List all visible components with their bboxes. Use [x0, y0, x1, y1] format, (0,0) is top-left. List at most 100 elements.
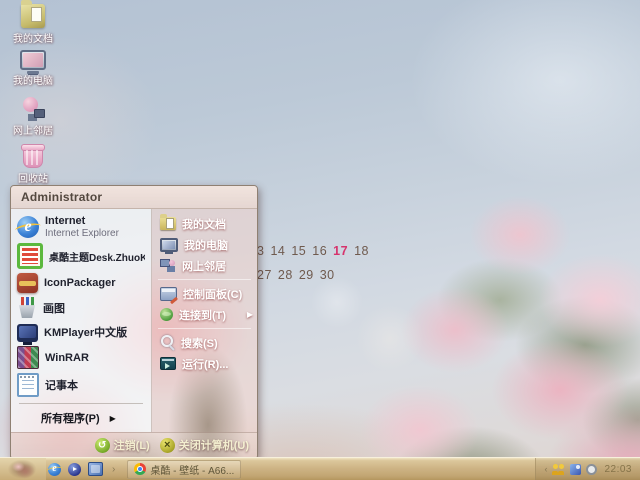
quick-launch-bar: › — [46, 462, 119, 476]
shut-down-button[interactable]: 关闭计算机(U) — [159, 437, 249, 453]
taskbar-clock[interactable]: 22:03 — [602, 464, 634, 475]
media-player-icon[interactable] — [68, 462, 81, 476]
menu-item-label: 运行(R)... — [182, 358, 229, 371]
start-menu-header: Administrator — [11, 186, 257, 209]
task-button-label: 桌酷 - 壁纸 - A66... — [150, 465, 235, 477]
my-computer-icon — [160, 237, 178, 254]
start-menu-item-winrar[interactable]: WinRAR — [11, 344, 151, 371]
start-menu-body: Internet Internet Explorer 桌酷主题Desk.Zhuo… — [11, 209, 257, 432]
calendar-day: 29 — [298, 268, 314, 282]
desktop-icon-label: 我的文档 — [13, 34, 53, 45]
start-menu-item-my-network-places[interactable]: 网上邻居 — [152, 255, 257, 276]
internet-explorer-icon — [17, 216, 39, 239]
run-icon — [160, 357, 176, 370]
start-menu-item-zhuoku-theme[interactable]: 桌酷主题Desk.ZhuoKu.Com — [11, 241, 151, 271]
start-menu: Administrator Internet Internet Explorer… — [10, 185, 258, 458]
log-off-label: 注销(L) — [113, 440, 150, 452]
start-menu-item-control-panel[interactable]: 控制面板(C) — [152, 283, 257, 304]
chrome-icon — [134, 463, 147, 475]
shut-down-label: 关闭计算机(U) — [178, 440, 249, 452]
start-menu-item-notepad[interactable]: 记事本 — [11, 371, 151, 399]
desktop-icon-my-documents[interactable]: 我的文档 — [2, 0, 64, 45]
menu-item-label: 控制面板(C) — [183, 288, 243, 301]
start-menu-left-column: Internet Internet Explorer 桌酷主题Desk.Zhuo… — [11, 209, 152, 432]
control-panel-icon — [160, 286, 177, 301]
calendar-week-row: 27 28 29 30 — [257, 268, 369, 282]
start-menu-footer: 注销(L) 关闭计算机(U) — [11, 432, 257, 457]
log-off-icon — [94, 437, 110, 453]
calendar-day: 16 — [312, 244, 328, 258]
tray-collapse-icon[interactable]: ‹ — [544, 464, 547, 474]
submenu-arrow-icon: ▶ — [109, 413, 116, 423]
winrar-icon — [17, 346, 39, 370]
menu-item-label: 我的电脑 — [184, 239, 228, 252]
log-off-button[interactable]: 注销(L) — [94, 437, 150, 453]
menu-item-sublabel: Internet Explorer — [45, 227, 119, 239]
start-menu-item-my-documents[interactable]: 我的文档 — [152, 213, 257, 234]
calendar-day: 28 — [277, 268, 293, 282]
user-name: Administrator — [21, 190, 103, 204]
connect-to-icon — [160, 308, 173, 321]
paint-icon — [17, 297, 37, 318]
zhuoku-theme-icon — [17, 243, 43, 270]
all-programs-button[interactable]: 所有程序(P) ▶ — [11, 407, 151, 429]
iconpackager-icon — [17, 273, 38, 294]
calendar-day: 30 — [319, 268, 335, 282]
my-computer-icon — [20, 50, 46, 74]
menu-item-label: 搜索(S) — [181, 337, 218, 350]
start-menu-item-kmplayer[interactable]: KMPlayer中文版 — [11, 320, 151, 346]
menu-item-label: 记事本 — [45, 380, 78, 393]
menu-item-label: KMPlayer中文版 — [44, 327, 128, 340]
calendar-day: 15 — [291, 244, 307, 258]
search-icon — [160, 335, 175, 350]
recycle-bin-icon — [21, 144, 45, 168]
notepad-icon — [17, 373, 39, 398]
kmplayer-icon — [17, 324, 38, 346]
my-network-places-icon — [21, 96, 45, 120]
menu-item-label: 桌酷主题Desk.ZhuoKu.Com — [49, 252, 145, 264]
my-documents-icon — [21, 0, 45, 28]
desktop: 我的文档 我的电脑 网上邻居 回收站 3 14 15 16 17 18 27 2… — [0, 0, 640, 480]
quick-launch-expand-icon[interactable]: › — [112, 464, 115, 475]
menu-item-label: 我的文档 — [182, 218, 226, 231]
desktop-icon-recycle-bin[interactable]: 回收站 — [2, 143, 64, 185]
desktop-icon-label: 回收站 — [18, 174, 48, 185]
calendar-day: 14 — [270, 244, 286, 258]
show-desktop-icon[interactable] — [88, 462, 103, 476]
separator — [19, 403, 143, 404]
menu-item-label: 画图 — [43, 302, 65, 315]
calendar-day: 18 — [354, 244, 369, 258]
start-menu-item-iconpackager[interactable]: IconPackager — [11, 271, 151, 295]
start-menu-item-internet[interactable]: Internet Internet Explorer — [11, 212, 151, 241]
online-users-icon[interactable] — [552, 463, 565, 475]
shut-down-icon — [159, 437, 175, 453]
start-menu-right-column: 我的文档 我的电脑 网上邻居 控制面板(C) 连接到(T) ▶ 搜索(S) 运行… — [152, 209, 257, 432]
start-menu-item-connect-to[interactable]: 连接到(T) ▶ — [152, 304, 257, 325]
separator — [158, 328, 251, 329]
desktop-icon-label: 我的电脑 — [13, 76, 53, 87]
desktop-icon-my-computer[interactable]: 我的电脑 — [2, 50, 64, 87]
task-button-browser[interactable]: 桌酷 - 壁纸 - A66... — [127, 459, 242, 479]
start-menu-item-run[interactable]: 运行(R)... — [152, 353, 257, 374]
scheduler-icon[interactable] — [586, 463, 598, 475]
separator — [158, 279, 251, 280]
menu-item-label: 网上邻居 — [182, 260, 226, 273]
menu-item-label: WinRAR — [45, 351, 89, 364]
calendar-day: 3 — [257, 244, 265, 258]
start-button[interactable] — [0, 458, 46, 480]
desktop-icon-label: 网上邻居 — [13, 126, 53, 137]
my-network-places-icon — [160, 258, 176, 273]
system-tray: ‹ 22:03 — [535, 458, 640, 480]
all-programs-label: 所有程序(P) — [41, 413, 100, 425]
taskbar: › 桌酷 - 壁纸 - A66... ‹ 22:03 — [0, 457, 640, 480]
start-menu-item-my-computer[interactable]: 我的电脑 — [152, 234, 257, 255]
desktop-calendar: 3 14 15 16 17 18 27 28 29 30 — [257, 244, 369, 292]
desktop-icon-my-network-places[interactable]: 网上邻居 — [2, 96, 64, 137]
start-menu-item-paint[interactable]: 画图 — [11, 295, 151, 320]
menu-item-label: IconPackager — [44, 277, 116, 290]
calendar-week-row: 3 14 15 16 17 18 — [257, 244, 369, 258]
start-menu-item-search[interactable]: 搜索(S) — [152, 332, 257, 353]
messenger-icon[interactable] — [570, 463, 582, 475]
internet-explorer-icon[interactable] — [48, 462, 61, 476]
